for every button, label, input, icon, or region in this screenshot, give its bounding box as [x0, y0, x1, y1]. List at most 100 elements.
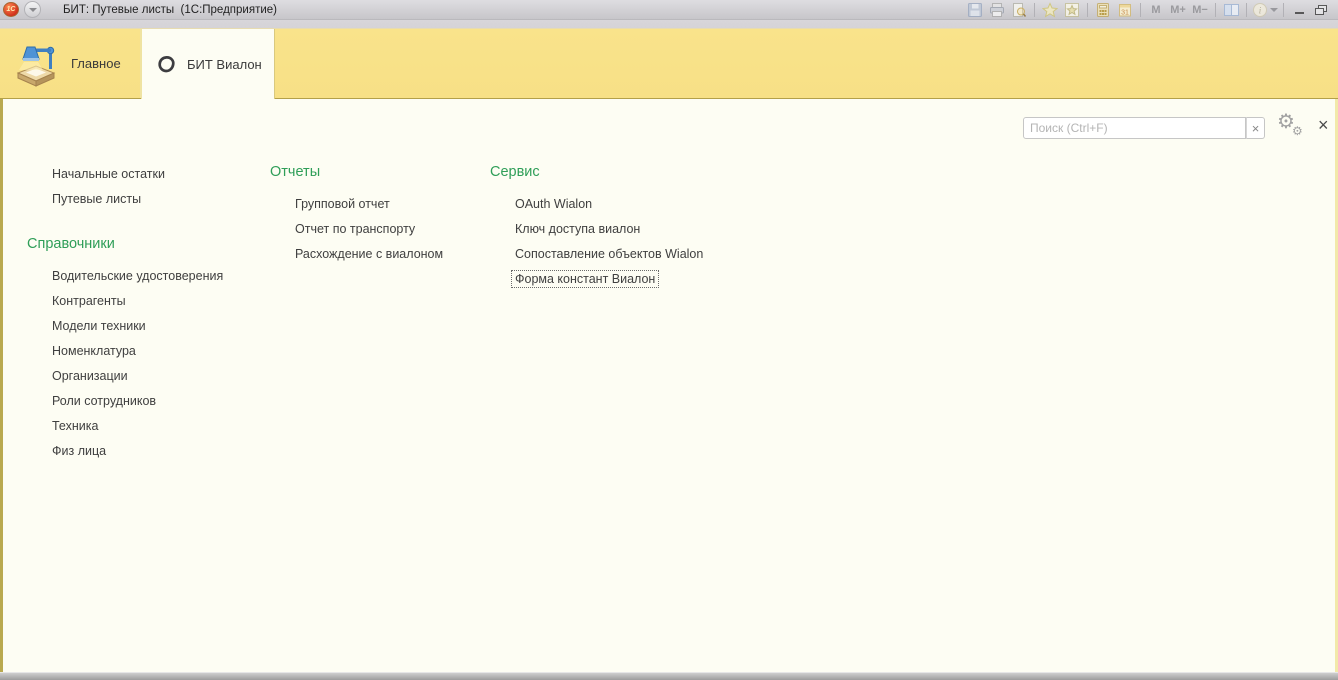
toolbar-separator: [1283, 3, 1284, 17]
section-header: Справочники: [24, 231, 115, 256]
info-button[interactable]: i: [1252, 1, 1278, 18]
menu-item[interactable]: Организации: [24, 363, 132, 388]
caret-down-icon: [29, 8, 37, 12]
toolbar-separator: [1215, 3, 1216, 17]
menu-item[interactable]: Сопоставление объектов Wialon: [487, 241, 707, 266]
menu-item-label: Сопоставление объектов Wialon: [511, 245, 707, 263]
menu-item[interactable]: Модели техники: [24, 313, 150, 338]
function-panel: × ⚙ ⚙ × Начальные остатки Путевые листы Сп…: [0, 99, 1338, 672]
window-title: БИТ: Путевые листы (1С:Предприятие): [63, 4, 277, 16]
menu-item-label: Расхождение с виалоном: [291, 245, 447, 263]
calculator-icon: [1095, 2, 1111, 18]
menu-item-label: Отчет по транспорту: [291, 220, 419, 238]
print-preview-button[interactable]: [1009, 1, 1029, 18]
calculator-button[interactable]: [1093, 1, 1113, 18]
info-icon: i: [1252, 2, 1268, 18]
print-icon: [989, 2, 1005, 18]
caret-down-icon: [1270, 8, 1278, 12]
split-window-button[interactable]: [1221, 1, 1241, 18]
menu-item[interactable]: Путевые листы: [24, 186, 145, 211]
menu-item-label: Физ лица: [48, 442, 110, 460]
menu-item[interactable]: Роли сотрудников: [24, 388, 160, 413]
menu-item[interactable]: Отчет по транспорту: [267, 216, 419, 241]
menu-item-label: Начальные остатки: [48, 165, 169, 183]
menu-item[interactable]: Физ лица: [24, 438, 110, 463]
menu-item[interactable]: Групповой отчет: [267, 191, 394, 216]
minimize-button[interactable]: [1289, 1, 1309, 18]
search-input[interactable]: [1023, 117, 1246, 139]
restore-button[interactable]: [1311, 1, 1331, 18]
menu-group: Справочники Водительские удостоверения Кон…: [24, 231, 227, 463]
menu-item-label: Водительские удостоверения: [48, 267, 227, 285]
favorites-add-button[interactable]: [1040, 1, 1060, 18]
window-bottom-border: [0, 672, 1338, 680]
menu-item-label: Контрагенты: [48, 292, 130, 310]
calendar-button[interactable]: 31: [1115, 1, 1135, 18]
search-widget: ×: [1023, 117, 1265, 139]
tab-bit-vialon[interactable]: БИТ Виалон: [141, 29, 275, 99]
menu-group: Отчеты Групповой отчет Отчет по транспорту…: [267, 159, 447, 266]
menu-group: Начальные остатки Путевые листы: [24, 161, 227, 211]
section-header: Отчеты: [267, 159, 320, 184]
menu-item-label: Форма констант Виалон: [511, 270, 659, 288]
save-icon: [967, 2, 983, 18]
save-button[interactable]: [965, 1, 985, 18]
menu-item[interactable]: Начальные остатки: [24, 161, 169, 186]
tab-glavnoe[interactable]: Главное: [0, 29, 141, 98]
tab-strip: Главное БИТ Виалон: [0, 20, 1338, 99]
menu-item[interactable]: Контрагенты: [24, 288, 130, 313]
svg-text:31: 31: [1121, 9, 1129, 16]
menu-item-label: Ключ доступа виалон: [511, 220, 644, 238]
print-button[interactable]: [987, 1, 1007, 18]
menu-item-label: Групповой отчет: [291, 195, 394, 213]
toolbar-separator: [1034, 3, 1035, 17]
calendar-icon: 31: [1117, 2, 1133, 18]
tab-label: Главное: [71, 56, 121, 71]
menu-item-focused[interactable]: Форма констант Виалон: [487, 266, 659, 291]
memory-subtract-button[interactable]: M−: [1190, 1, 1210, 18]
system-menu-button[interactable]: [24, 1, 41, 18]
menu-item-label: Номенклатура: [48, 342, 140, 360]
menu-item[interactable]: Расхождение с виалоном: [267, 241, 447, 266]
favorites-button[interactable]: [1062, 1, 1082, 18]
column-documents: Начальные остатки Путевые листы Справочник…: [24, 161, 227, 463]
search-clear-button[interactable]: ×: [1246, 117, 1265, 139]
menu-item-label: OAuth Wialon: [511, 195, 596, 213]
restore-icon: [1315, 5, 1327, 15]
titlebar-toolbar: 31 M M+ M−: [964, 1, 1338, 18]
close-panel-button[interactable]: ×: [1318, 116, 1329, 134]
section-header: Сервис: [487, 159, 540, 184]
settings-button[interactable]: ⚙ ⚙: [1277, 115, 1309, 145]
favorites-icon: [1064, 2, 1080, 18]
app-window: 1С БИТ: Путевые листы (1С:Предприятие): [0, 0, 1338, 680]
favorites-add-icon: [1042, 2, 1058, 18]
1c-logo-icon: 1С: [3, 2, 19, 17]
memory-add-button[interactable]: M+: [1168, 1, 1188, 18]
menu-item[interactable]: Ключ доступа виалон: [487, 216, 644, 241]
memory-store-button[interactable]: M: [1146, 1, 1166, 18]
tab-label: БИТ Виалон: [187, 57, 262, 72]
split-window-icon: [1223, 2, 1240, 18]
m-minus-label: M−: [1192, 4, 1208, 16]
minimize-icon: [1295, 12, 1304, 14]
menu-item-label: Техника: [48, 417, 102, 435]
menu-group: Сервис OAuth Wialon Ключ доступа виалон Соп…: [487, 159, 707, 291]
column-reports: Отчеты Групповой отчет Отчет по транспорту…: [267, 159, 447, 266]
m-label: M: [1151, 4, 1160, 16]
toolbar-separator: [1246, 3, 1247, 17]
gear-icon: ⚙: [1292, 125, 1303, 137]
menu-item-label: Организации: [48, 367, 132, 385]
titlebar: 1С БИТ: Путевые листы (1С:Предприятие): [0, 0, 1338, 20]
menu-item[interactable]: Водительские удостоверения: [24, 263, 227, 288]
m-plus-label: M+: [1170, 4, 1186, 16]
toolbar-separator: [1087, 3, 1088, 17]
menu-item[interactable]: Номенклатура: [24, 338, 140, 363]
desk-lamp-icon: [13, 38, 59, 90]
menu-item[interactable]: Техника: [24, 413, 102, 438]
menu-item-label: Роли сотрудников: [48, 392, 160, 410]
menu-item[interactable]: OAuth Wialon: [487, 191, 596, 216]
print-preview-icon: [1011, 2, 1027, 18]
wialon-logo-icon: [157, 55, 176, 74]
column-service: Сервис OAuth Wialon Ключ доступа виалон Соп…: [487, 159, 707, 291]
toolbar-separator: [1140, 3, 1141, 17]
